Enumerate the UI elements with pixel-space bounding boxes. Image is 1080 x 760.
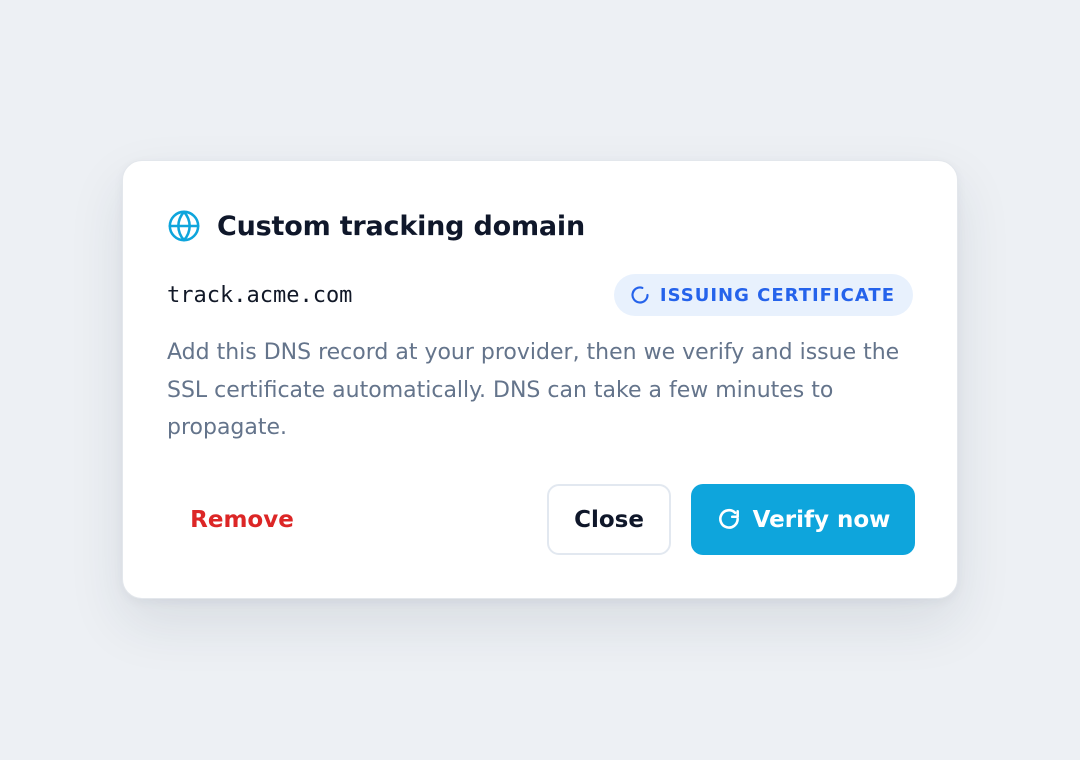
remove-button[interactable]: Remove [167, 484, 317, 555]
status-label: ISSUING CERTIFICATE [659, 284, 895, 306]
refresh-icon [716, 507, 742, 533]
dialog-header: Custom tracking domain [167, 209, 585, 243]
close-button[interactable]: Close [547, 484, 671, 555]
status-badge: ISSUING CERTIFICATE [613, 274, 913, 316]
custom-domain-dialog: Custom tracking domain track.acme.com IS… [122, 160, 958, 599]
domain-row: track.acme.com ISSUING CERTIFICATE [167, 273, 913, 317]
dialog-description: Add this DNS record at your provider, th… [167, 340, 900, 440]
verify-now-label: Verify now [752, 506, 891, 533]
verify-now-button[interactable]: Verify now [691, 484, 915, 555]
dialog-actions: Remove Close Verify now [167, 484, 915, 555]
domain-name: track.acme.com [167, 282, 353, 308]
globe-icon [167, 209, 201, 243]
dialog-title: Custom tracking domain [217, 210, 586, 242]
spinner-icon [630, 285, 650, 305]
